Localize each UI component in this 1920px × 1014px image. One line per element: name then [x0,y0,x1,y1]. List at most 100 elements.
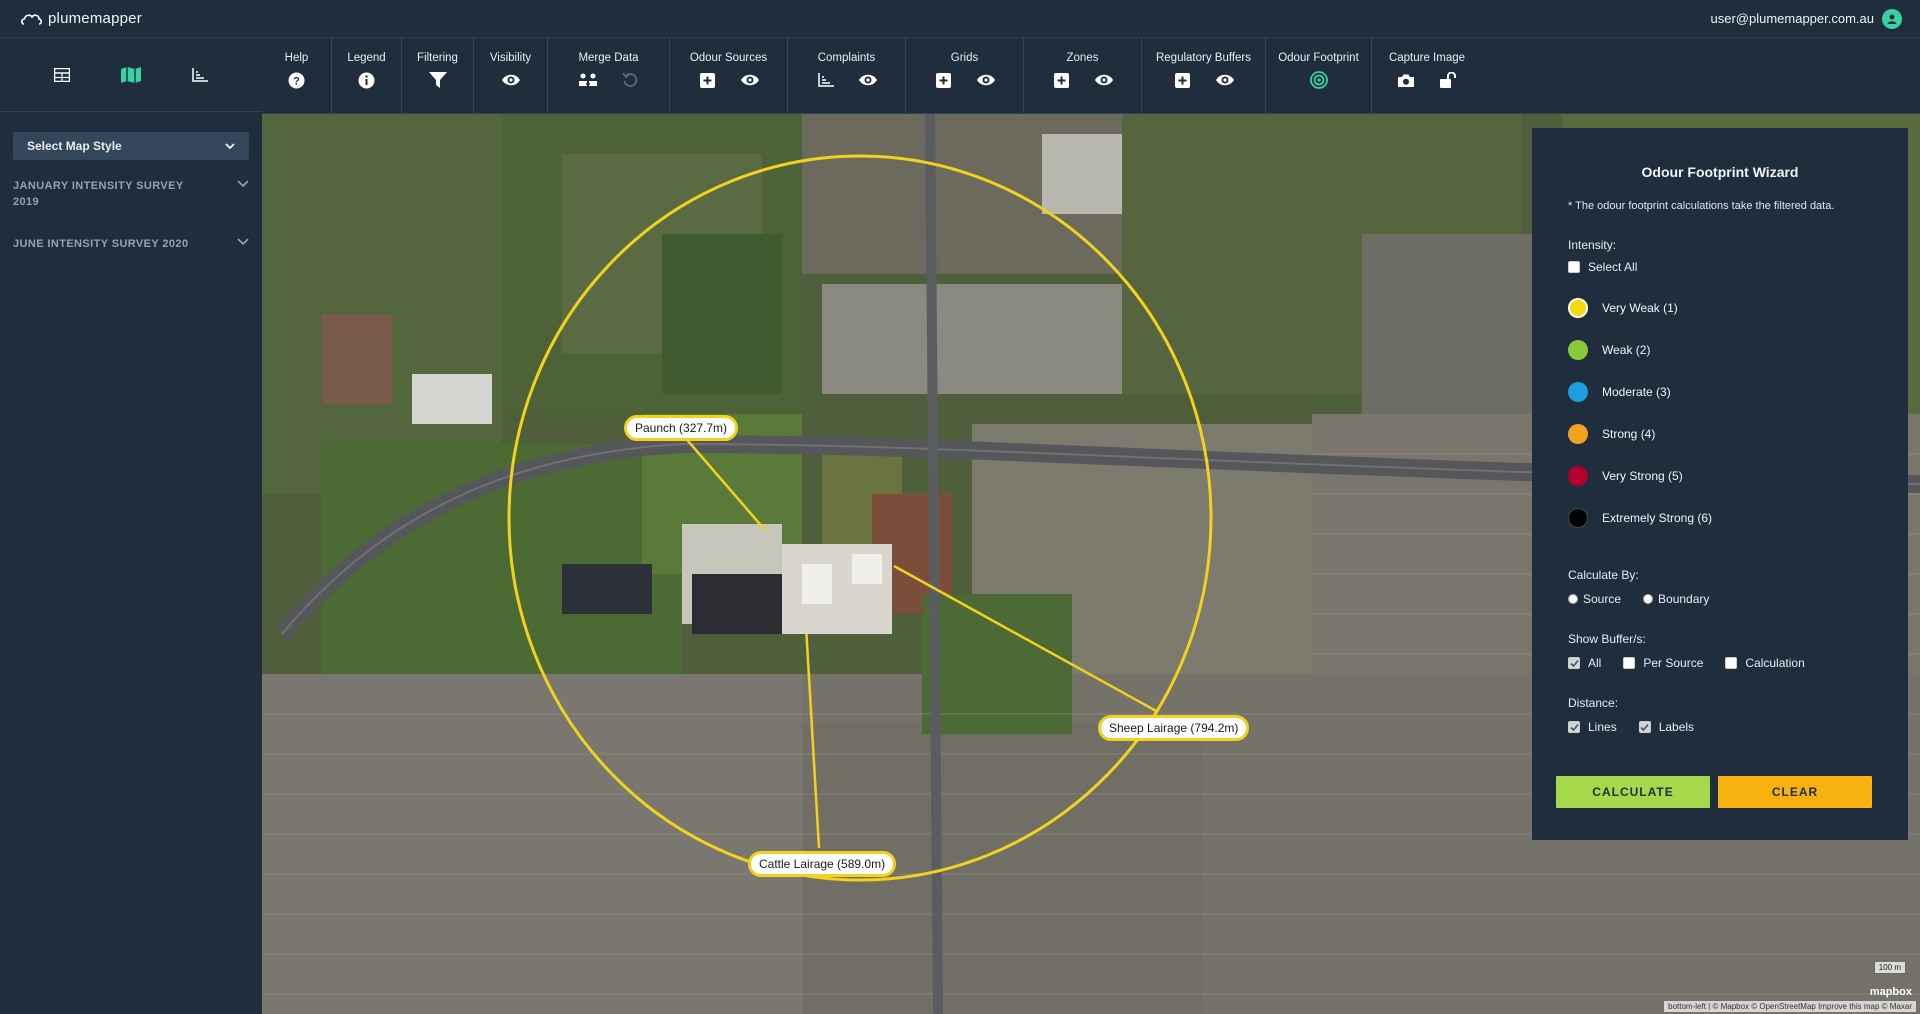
select-all-label: Select All [1588,260,1638,274]
toolbar-label: Visibility [489,52,532,64]
add-square-icon[interactable] [698,70,718,90]
buffer-all-label: All [1588,656,1602,670]
eye-icon[interactable] [858,70,878,90]
toolbar-group-merge-data: Merge Data [548,38,670,113]
eye-icon[interactable] [1094,70,1114,90]
add-square-icon[interactable] [1052,70,1072,90]
buffer-calculation-option[interactable]: Calculation [1725,656,1805,670]
toolbar-label: Odour Sources [689,52,768,64]
toolbar-label: Regulatory Buffers [1155,52,1252,64]
calc-boundary-radio[interactable]: Boundary [1643,592,1709,606]
survey-label: JUNE INTENSITY SURVEY 2020 [13,238,189,250]
clear-button[interactable]: CLEAR [1718,776,1872,808]
intensity-swatch [1568,466,1588,486]
merge-users-icon[interactable] [578,70,598,90]
undo-icon[interactable] [620,70,640,90]
wizard-actions: CALCULATE CLEAR [1556,776,1872,808]
intensity-list: Very Weak (1) Weak (2) Moderate (3) Stro… [1568,298,1872,528]
intensity-label: Very Weak (1) [1602,301,1678,315]
eye-icon[interactable] [1215,70,1235,90]
intensity-swatch [1568,340,1588,360]
calc-source-label: Source [1583,592,1622,606]
intensity-moderate[interactable]: Moderate (3) [1568,382,1872,402]
intensity-swatch [1568,424,1588,444]
buffer-per-source-option[interactable]: Per Source [1623,656,1703,670]
camera-icon[interactable] [1396,70,1416,90]
map-attribution[interactable]: bottom-left | © Mapbox © OpenStreetMap I… [1664,1001,1916,1012]
buffer-per-source-checkbox[interactable] [1623,657,1636,669]
info-icon[interactable] [357,70,377,90]
toolbar-group-complaints: Complaints [788,38,906,113]
distance-labels-checkbox[interactable] [1638,721,1651,733]
intensity-strong[interactable]: Strong (4) [1568,424,1872,444]
eye-icon[interactable] [976,70,996,90]
eye-icon[interactable] [740,70,760,90]
radio-circle[interactable] [1643,594,1654,604]
svg-text:?: ? [293,75,300,87]
left-sidebar: Select Map Style JANUARY INTENSITY SURVE… [0,38,262,1014]
toolbar-label: Legend [347,52,386,64]
odour-footprint-wizard-panel: Odour Footprint Wizard * The odour footp… [1532,128,1908,840]
survey-label: JANUARY INTENSITY SURVEY 2019 [13,180,184,208]
toolbar-group-odour-sources: Odour Sources [670,38,788,113]
calc-source-radio[interactable]: Source [1568,592,1621,606]
intensity-swatch [1568,382,1588,402]
mapbox-logo[interactable]: mapbox [1870,986,1912,998]
buffer-all-option[interactable]: All [1568,656,1601,670]
map-style-select[interactable]: Select Map Style [13,132,249,160]
chevron-down-icon[interactable] [237,238,249,245]
toolbar-label: Help [284,52,309,64]
eye-icon[interactable] [501,70,521,90]
survey-item-january-2019[interactable]: JANUARY INTENSITY SURVEY 2019 [13,178,249,210]
top-bar: plumemapper user@plumemapper.com.au [0,0,1920,38]
distance-label: Distance: [1568,696,1619,710]
unlock-icon[interactable] [1438,70,1458,90]
table-view-tab[interactable] [44,57,80,93]
chart-icon[interactable] [816,70,836,90]
logo-text: plumemapper [48,10,142,27]
distance-label-sheep-lairage[interactable]: Sheep Lairage (794.2m) [1098,715,1250,741]
map-view-tab[interactable] [113,57,149,93]
intensity-swatch [1568,508,1588,528]
help-icon[interactable]: ? [287,70,307,90]
intensity-very-strong[interactable]: Very Strong (5) [1568,466,1872,486]
target-icon[interactable] [1309,70,1329,90]
distance-label-paunch[interactable]: Paunch (327.7m) [624,415,739,441]
calculate-button[interactable]: CALCULATE [1556,776,1710,808]
intensity-weak[interactable]: Weak (2) [1568,340,1872,360]
map-icon [120,66,141,83]
intensity-extremely-strong[interactable]: Extremely Strong (6) [1568,508,1872,528]
distance-options: Lines Labels [1568,720,1872,734]
filter-icon[interactable] [428,70,448,90]
survey-item-june-2020[interactable]: JUNE INTENSITY SURVEY 2020 [13,236,249,252]
toolbar-label: Complaints [817,52,876,64]
map-style-label: Select Map Style [27,139,122,153]
app-logo[interactable]: plumemapper [20,10,142,28]
toolbar-label: Filtering [417,52,458,64]
distance-labels-label: Labels [1658,720,1695,734]
distance-lines-option[interactable]: Lines [1568,720,1617,734]
intensity-very-weak[interactable]: Very Weak (1) [1568,298,1872,318]
toolbar-group-capture-image: Capture Image [1372,38,1482,113]
chart-view-tab[interactable] [182,57,218,93]
add-square-icon[interactable] [1173,70,1193,90]
user-menu[interactable]: user@plumemapper.com.au [1711,8,1902,29]
buffer-all-checkbox[interactable] [1568,657,1580,669]
map-scale: 100 m [1873,962,1906,974]
chevron-down-icon[interactable] [237,180,249,187]
select-all-checkbox[interactable] [1568,261,1580,273]
intensity-swatch [1568,298,1588,318]
toolbar-label: Odour Footprint [1278,52,1359,64]
buffer-calculation-checkbox[interactable] [1725,657,1738,669]
distance-lines-checkbox[interactable] [1568,721,1580,733]
user-avatar-icon[interactable] [1882,8,1902,29]
intensity-label: Extremely Strong (6) [1602,511,1713,525]
distance-label-cattle-lairage[interactable]: Cattle Lairage (589.0m) [748,851,897,877]
radio-circle[interactable] [1568,594,1578,604]
add-square-icon[interactable] [934,70,954,90]
select-all-row[interactable]: Select All [1568,260,1872,274]
buffer-per-source-label: Per Source [1643,656,1704,670]
wizard-note: * The odour footprint calculations take … [1568,200,1835,212]
distance-labels-option[interactable]: Labels [1638,720,1695,734]
toolbar-group-help: Help ? [262,38,332,113]
